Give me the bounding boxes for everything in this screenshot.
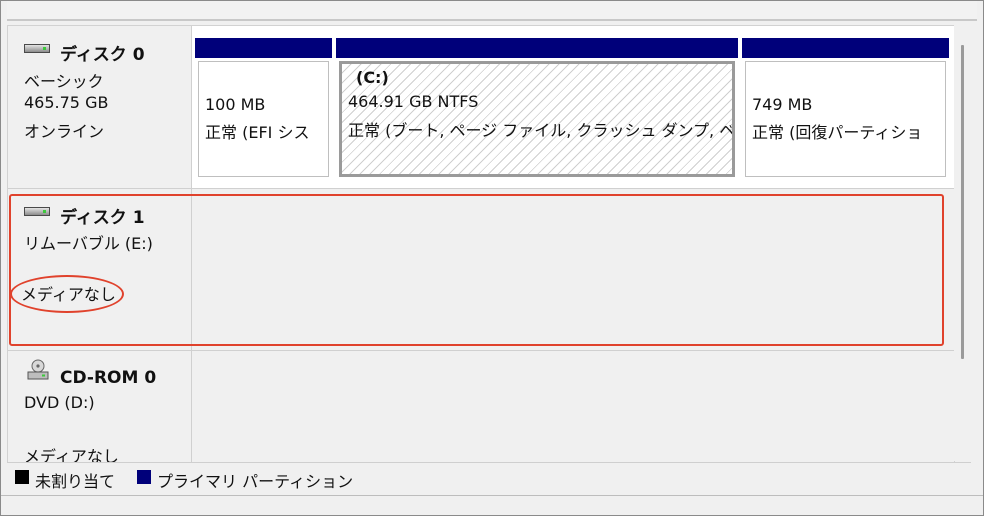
highlight-ellipse <box>10 275 124 313</box>
partition-size: 464.91 GB NTFS <box>348 92 479 111</box>
disk-title: ディスク 0 <box>60 45 145 65</box>
legend: 未割り当て プライマリ パーティション <box>7 462 971 491</box>
status-bar <box>1 495 983 515</box>
disk-row-0[interactable]: ディスク 0 ベーシック 465.75 GB オンライン 100 MB 正常 (… <box>8 26 954 189</box>
disk-status: メディアなし <box>24 447 119 463</box>
cd-drive-icon <box>27 359 49 380</box>
disk-type: ベーシック <box>24 72 104 91</box>
partition-body: 100 MB 正常 (EFI シス <box>198 61 329 177</box>
vertical-scrollbar[interactable] <box>954 25 971 461</box>
partition-recovery[interactable]: 749 MB 正常 (回復パーティショ <box>742 38 949 180</box>
disk-title: CD-ROM 0 <box>60 368 157 388</box>
partition-status: 正常 (EFI シス <box>205 123 310 142</box>
legend-label-unallocated: 未割り当て <box>35 472 116 491</box>
partition-c[interactable]: (C:) 464.91 GB NTFS 正常 (ブート, ページ ファイル, ク… <box>336 38 738 180</box>
legend-label-primary: プライマリ パーティション <box>157 472 354 491</box>
disk-row-cdrom[interactable]: CD-ROM 0 DVD (D:) メディアなし <box>8 351 954 463</box>
scroll-thumb[interactable] <box>961 45 964 359</box>
partition-size: 100 MB <box>205 95 266 114</box>
partition-name: (C:) <box>356 68 389 87</box>
top-pane-edge <box>7 1 977 21</box>
cdrom-label[interactable]: CD-ROM 0 DVD (D:) メディアなし <box>8 351 192 463</box>
partition-header <box>195 38 332 58</box>
disk-management-window: ディスク 0 ベーシック 465.75 GB オンライン 100 MB 正常 (… <box>0 0 984 516</box>
hard-disk-icon <box>24 44 50 53</box>
partition-status: 正常 (回復パーティショ <box>752 123 923 142</box>
partition-status: 正常 (ブート, ページ ファイル, クラッシュ ダンプ, ベ <box>348 121 735 140</box>
partition-size: 749 MB <box>752 95 813 114</box>
partition-body: 749 MB 正常 (回復パーティショ <box>745 61 946 177</box>
disk-0-label[interactable]: ディスク 0 ベーシック 465.75 GB オンライン <box>8 26 192 189</box>
unallocated-swatch <box>15 470 29 484</box>
disk-0-partitions: 100 MB 正常 (EFI シス (C:) 464.91 GB NTFS 正常… <box>192 26 954 189</box>
partition-header <box>336 38 738 58</box>
partition-header <box>742 38 949 58</box>
disk-type: DVD (D:) <box>24 393 95 412</box>
disk-size: 465.75 GB <box>24 93 109 112</box>
disk-status: オンライン <box>24 122 105 141</box>
highlight-box <box>9 194 944 346</box>
partition-body-selected: (C:) 464.91 GB NTFS 正常 (ブート, ページ ファイル, ク… <box>339 61 735 177</box>
cdrom-area <box>192 351 954 462</box>
primary-partition-swatch <box>137 470 151 484</box>
partition-efi[interactable]: 100 MB 正常 (EFI シス <box>195 38 332 180</box>
